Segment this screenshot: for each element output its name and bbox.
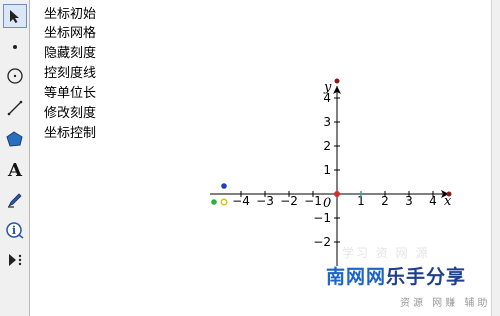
watermark-ghost-text: 学习 资 网 源: [342, 246, 430, 260]
blue-control-point[interactable]: [221, 183, 227, 189]
x-tick-label: −3: [256, 194, 274, 208]
y-axis-endpoint[interactable]: [334, 78, 340, 84]
y-tick-label: −1: [313, 211, 331, 225]
x-tick-label: 4: [429, 194, 437, 208]
y-axis-name: y: [323, 80, 332, 95]
yellow-control-point[interactable]: [220, 198, 228, 206]
watermark-subtitle: 资源 网赚 辅助: [400, 298, 491, 309]
x-tick-label: −4: [232, 194, 250, 208]
watermark-brand: 南网网乐手分享: [326, 262, 466, 289]
y-tick-label: −2: [313, 235, 331, 249]
y-tick-label: 1: [323, 163, 331, 177]
x-tick-label: 2: [381, 194, 389, 208]
y-tick-label: 3: [323, 115, 331, 129]
x-tick-label: −2: [280, 194, 298, 208]
y-tick-label: 2: [323, 139, 331, 153]
x-tick-label: 3: [405, 194, 413, 208]
origin-label: 0: [323, 196, 331, 211]
x-tick-label: −1: [304, 194, 322, 208]
green-control-point[interactable]: [211, 199, 217, 205]
origin-point[interactable]: [334, 191, 340, 197]
watermark: 学习 资 网 源 南网网乐手分享 资源 网赚 辅助: [312, 246, 500, 316]
watermark-brand-part2: 乐手分享: [386, 266, 467, 288]
x-axis-endpoint[interactable]: [446, 191, 452, 197]
watermark-brand-part1: 南网网: [326, 266, 387, 288]
